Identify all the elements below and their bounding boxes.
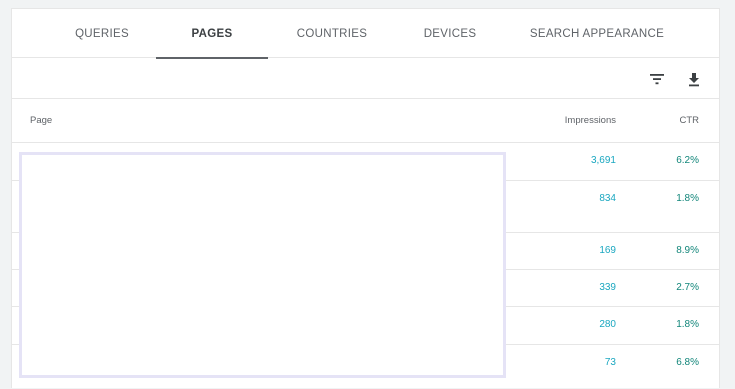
table-toolbar (12, 58, 719, 99)
ctr-cell: 1.8% (676, 319, 699, 330)
tab-bar: QUERIES PAGES COUNTRIES DEVICES SEARCH A… (12, 9, 719, 59)
impressions-cell: 73 (604, 357, 616, 368)
download-button[interactable] (681, 66, 707, 92)
tab-countries[interactable]: COUNTRIES (282, 9, 382, 58)
tab-search-appearance[interactable]: SEARCH APPEARANCE (527, 9, 667, 58)
ctr-cell: 1.8% (676, 193, 699, 204)
table-header: Page Impressions CTR (12, 99, 719, 143)
ctr-cell: 2.7% (676, 282, 699, 293)
redacted-page-urls (19, 152, 506, 378)
performance-card: QUERIES PAGES COUNTRIES DEVICES SEARCH A… (11, 8, 720, 388)
impressions-cell: 169 (599, 245, 616, 256)
tab-pages[interactable]: PAGES (156, 9, 268, 59)
filter-icon (650, 74, 664, 85)
ctr-cell: 6.2% (676, 155, 699, 166)
ctr-cell: 8.9% (676, 245, 699, 256)
column-header-impressions[interactable]: Impressions (532, 99, 616, 142)
impressions-cell: 339 (599, 282, 616, 293)
tab-queries[interactable]: QUERIES (62, 9, 142, 58)
impressions-cell: 834 (599, 193, 616, 204)
download-icon (689, 72, 699, 86)
column-header-page[interactable]: Page (30, 99, 52, 142)
column-header-ctr[interactable]: CTR (652, 99, 699, 142)
impressions-cell: 3,691 (590, 155, 616, 166)
ctr-cell: 6.8% (676, 357, 699, 368)
filter-button[interactable] (644, 66, 670, 92)
impressions-cell: 280 (599, 319, 616, 330)
tab-devices[interactable]: DEVICES (410, 9, 490, 58)
